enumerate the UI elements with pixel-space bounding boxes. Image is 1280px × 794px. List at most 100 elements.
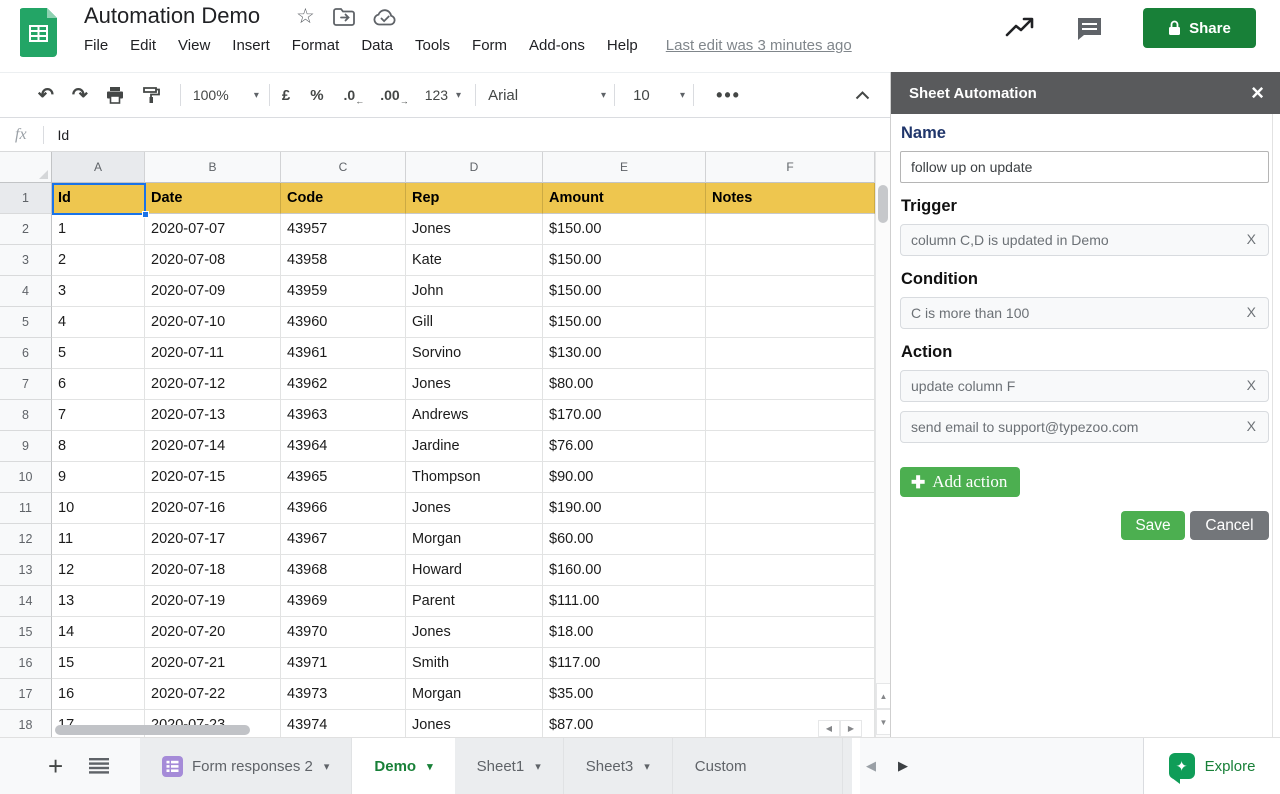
cell-D17[interactable]: Morgan (406, 679, 543, 710)
cell-C4[interactable]: 43959 (281, 276, 406, 307)
format-percent-button[interactable]: % (310, 87, 323, 104)
cell-B6[interactable]: 2020-07-11 (145, 338, 281, 369)
cell-D8[interactable]: Andrews (406, 400, 543, 431)
cell-B14[interactable]: 2020-07-19 (145, 586, 281, 617)
cell-F9[interactable] (706, 431, 875, 462)
cancel-button[interactable]: Cancel (1190, 511, 1269, 540)
cell-E16[interactable]: $117.00 (543, 648, 706, 679)
row-header-18[interactable]: 18 (0, 710, 52, 737)
cell-D4[interactable]: John (406, 276, 543, 307)
cell-A4[interactable]: 3 (52, 276, 145, 307)
tab-sheet1[interactable]: Sheet1▾ (455, 738, 564, 794)
print-button[interactable] (106, 87, 124, 104)
menu-view[interactable]: View (178, 37, 210, 54)
cell-B17[interactable]: 2020-07-22 (145, 679, 281, 710)
cell-F16[interactable] (706, 648, 875, 679)
menu-data[interactable]: Data (361, 37, 393, 54)
cell-D12[interactable]: Morgan (406, 524, 543, 555)
cell-D9[interactable]: Jardine (406, 431, 543, 462)
cell-A15[interactable]: 14 (52, 617, 145, 648)
more-toolbar-options-button[interactable]: ••• (716, 85, 741, 106)
save-button[interactable]: Save (1121, 511, 1185, 540)
column-header-E[interactable]: E (543, 152, 706, 183)
cell-F1[interactable]: Notes (706, 183, 875, 214)
font-size-select[interactable]: 10 ▾ (633, 87, 685, 104)
select-all-corner[interactable] (0, 152, 52, 183)
cell-D15[interactable]: Jones (406, 617, 543, 648)
horizontal-scroll-thumb[interactable] (55, 725, 250, 735)
document-title[interactable]: Automation Demo (84, 3, 260, 29)
format-currency-button[interactable]: £ (282, 87, 290, 104)
cell-C5[interactable]: 43960 (281, 307, 406, 338)
cell-C3[interactable]: 43958 (281, 245, 406, 276)
action-chip-remove-button[interactable]: X (1247, 377, 1256, 393)
cell-C17[interactable]: 43973 (281, 679, 406, 710)
cell-F11[interactable] (706, 493, 875, 524)
cell-B7[interactable]: 2020-07-12 (145, 369, 281, 400)
column-header-C[interactable]: C (281, 152, 406, 183)
cell-F13[interactable] (706, 555, 875, 586)
cell-A9[interactable]: 8 (52, 431, 145, 462)
cell-C7[interactable]: 43962 (281, 369, 406, 400)
cell-D6[interactable]: Sorvino (406, 338, 543, 369)
cell-C11[interactable]: 43966 (281, 493, 406, 524)
collapse-toolbar-button[interactable] (855, 91, 870, 100)
cell-C9[interactable]: 43964 (281, 431, 406, 462)
cell-F10[interactable] (706, 462, 875, 493)
row-header-5[interactable]: 5 (0, 307, 52, 338)
menu-help[interactable]: Help (607, 37, 638, 54)
cell-C16[interactable]: 43971 (281, 648, 406, 679)
menu-form[interactable]: Form (472, 37, 507, 54)
cell-A5[interactable]: 4 (52, 307, 145, 338)
cell-C13[interactable]: 43968 (281, 555, 406, 586)
condition-chip-remove-button[interactable]: X (1247, 304, 1256, 320)
formula-input[interactable]: Id (58, 127, 70, 143)
cell-A7[interactable]: 6 (52, 369, 145, 400)
cell-F14[interactable] (706, 586, 875, 617)
star-icon[interactable]: ☆ (296, 4, 315, 30)
cell-E17[interactable]: $35.00 (543, 679, 706, 710)
cloud-saved-icon[interactable] (373, 8, 397, 27)
all-sheets-menu-button[interactable] (89, 758, 109, 774)
cell-D2[interactable]: Jones (406, 214, 543, 245)
column-header-B[interactable]: B (145, 152, 281, 183)
cell-A3[interactable]: 2 (52, 245, 145, 276)
menu-edit[interactable]: Edit (130, 37, 156, 54)
row-header-10[interactable]: 10 (0, 462, 52, 493)
cell-E15[interactable]: $18.00 (543, 617, 706, 648)
number-format-button[interactable]: 123▾ (425, 87, 461, 103)
scroll-right-button[interactable]: ▶ (840, 720, 862, 737)
row-header-6[interactable]: 6 (0, 338, 52, 369)
row-header-16[interactable]: 16 (0, 648, 52, 679)
cell-C10[interactable]: 43965 (281, 462, 406, 493)
cell-C18[interactable]: 43974 (281, 710, 406, 737)
tabs-scroll-left-icon[interactable]: ◀ (866, 758, 876, 774)
cell-B9[interactable]: 2020-07-14 (145, 431, 281, 462)
cell-E12[interactable]: $60.00 (543, 524, 706, 555)
last-edit-link[interactable]: Last edit was 3 minutes ago (666, 37, 852, 54)
cell-B5[interactable]: 2020-07-10 (145, 307, 281, 338)
cell-D14[interactable]: Parent (406, 586, 543, 617)
cell-A13[interactable]: 12 (52, 555, 145, 586)
cell-F3[interactable] (706, 245, 875, 276)
cell-E18[interactable]: $87.00 (543, 710, 706, 737)
row-header-11[interactable]: 11 (0, 493, 52, 524)
cell-F4[interactable] (706, 276, 875, 307)
row-header-1[interactable]: 1 (0, 183, 52, 214)
cell-C15[interactable]: 43970 (281, 617, 406, 648)
cell-B13[interactable]: 2020-07-18 (145, 555, 281, 586)
cell-E14[interactable]: $111.00 (543, 586, 706, 617)
row-header-12[interactable]: 12 (0, 524, 52, 555)
tab-sheet3[interactable]: Sheet3▾ (564, 738, 673, 794)
add-action-button[interactable]: ✚ Add action (900, 467, 1020, 497)
automation-name-input[interactable] (900, 151, 1269, 183)
menu-format[interactable]: Format (292, 37, 340, 54)
row-header-3[interactable]: 3 (0, 245, 52, 276)
tabs-scroll-right-icon[interactable]: ▶ (898, 758, 908, 774)
cell-E5[interactable]: $150.00 (543, 307, 706, 338)
cell-E3[interactable]: $150.00 (543, 245, 706, 276)
cell-C8[interactable]: 43963 (281, 400, 406, 431)
cell-F15[interactable] (706, 617, 875, 648)
cell-D3[interactable]: Kate (406, 245, 543, 276)
cell-D16[interactable]: Smith (406, 648, 543, 679)
